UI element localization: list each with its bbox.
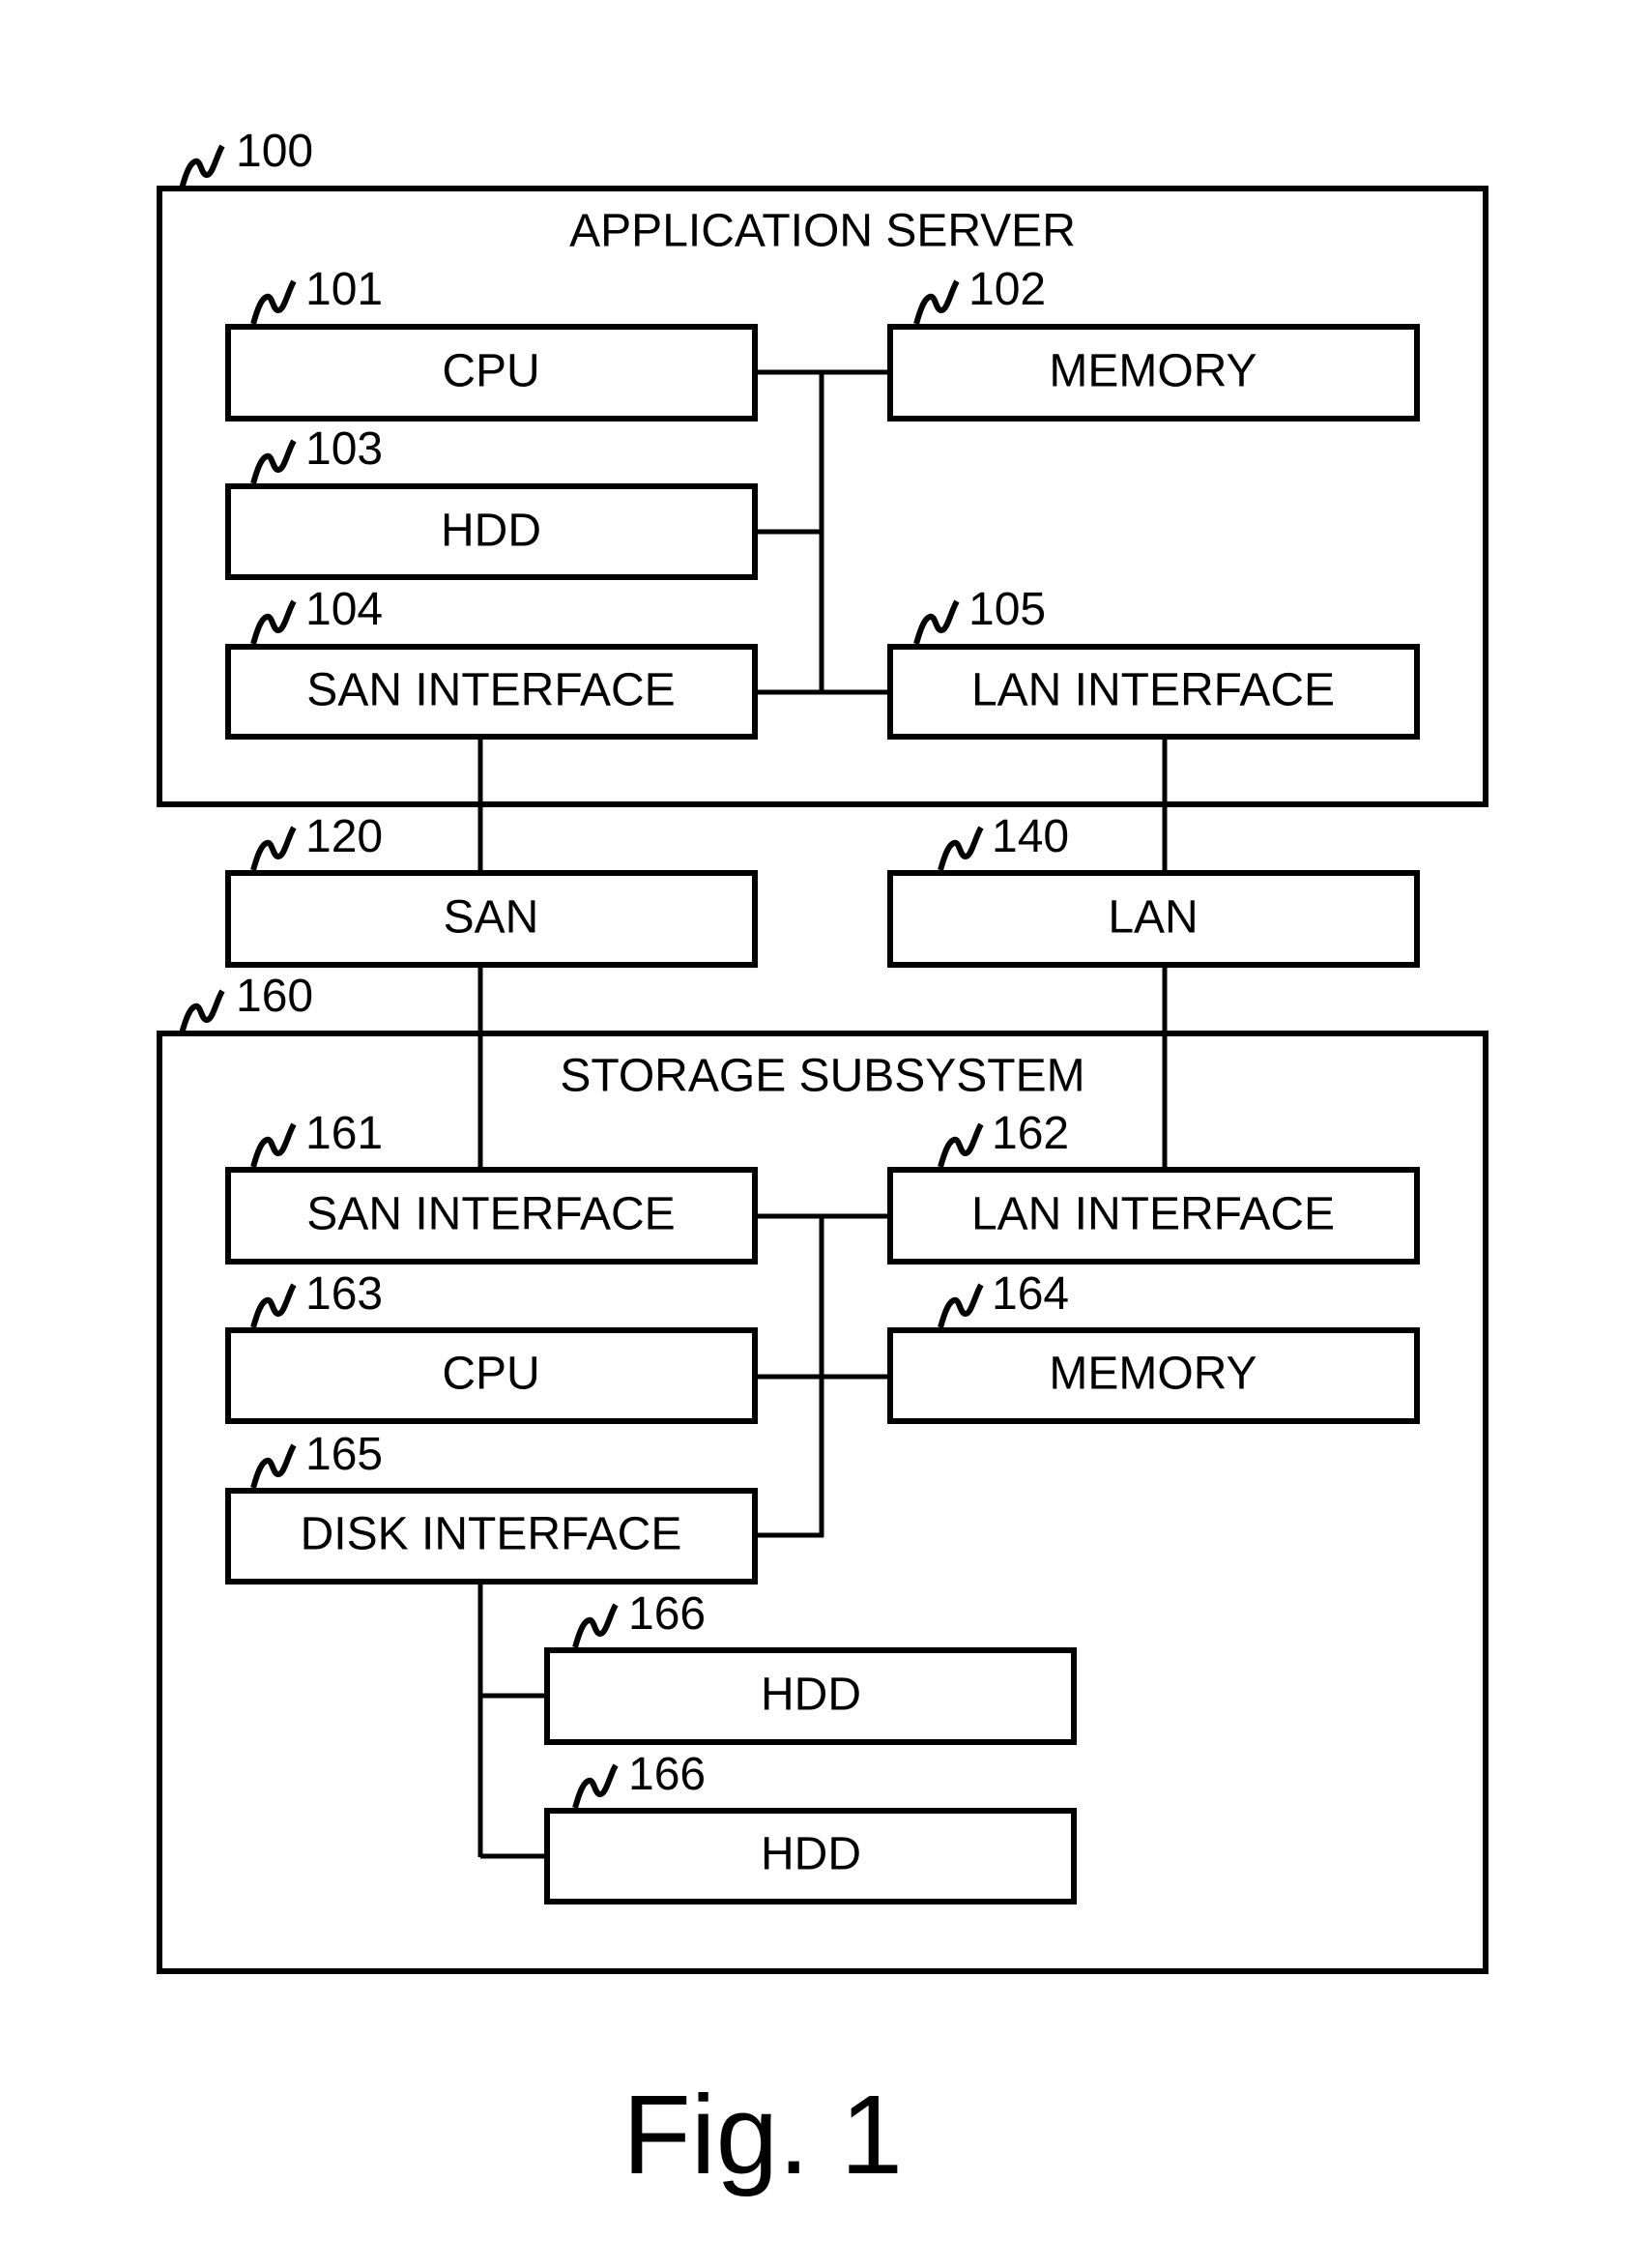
san-label: SAN [444, 892, 539, 944]
hdd-label: HDD [761, 1670, 861, 1721]
memory-label: MEMORY [1049, 1349, 1257, 1400]
san-interface-104: 104 SAN INTERFACE [225, 584, 758, 740]
cpu-label: CPU [442, 1349, 539, 1400]
ref-label-101: 101 [305, 264, 383, 315]
hdd-label: HDD [761, 1829, 861, 1880]
hdd-166-b: 166 HDD [544, 1749, 1077, 1905]
hdd-103: 103 HDD [225, 423, 758, 580]
leader-squiggle-icon [253, 1445, 294, 1488]
leader-squiggle-icon [253, 828, 294, 870]
ref-label-105: 105 [968, 584, 1046, 635]
ref-label-163: 163 [305, 1268, 383, 1320]
cpu-101: 101 CPU [225, 264, 758, 422]
ref-label-166: 166 [628, 1749, 706, 1800]
memory-label: MEMORY [1049, 346, 1257, 397]
disk-interface-165: 165 DISK INTERFACE [225, 1429, 758, 1585]
storage-subsystem: 160 STORAGE SUBSYSTEM 161 SAN INTERFACE … [157, 971, 1488, 1974]
disk-interface-label: DISK INTERFACE [301, 1509, 682, 1560]
leader-squiggle-icon [575, 1605, 616, 1647]
figure-caption: Fig. 1 [622, 2072, 903, 2197]
system-block-diagram: 100 APPLICATION SERVER 101 CPU 102 MEMOR… [157, 126, 1488, 2197]
leader-squiggle-icon [940, 828, 981, 870]
ref-label-120: 120 [305, 811, 383, 862]
app-server-bus [754, 369, 890, 695]
ref-label-104: 104 [305, 584, 383, 635]
san-120: 120 SAN [225, 811, 758, 968]
hdd-label: HDD [441, 506, 541, 557]
leader-squiggle-icon [940, 1124, 981, 1167]
lan-interface-162: 162 LAN INTERFACE [887, 1108, 1420, 1265]
ref-label-164: 164 [992, 1268, 1069, 1320]
memory-102: 102 MEMORY [887, 264, 1420, 422]
application-server-title: APPLICATION SERVER [569, 206, 1076, 257]
san-interface-label: SAN INTERFACE [306, 1189, 675, 1240]
ref-label-162: 162 [992, 1108, 1069, 1159]
leader-squiggle-icon [253, 281, 294, 324]
application-server: 100 APPLICATION SERVER 101 CPU 102 MEMOR… [157, 126, 1488, 807]
leader-squiggle-icon [182, 146, 222, 189]
san-interface-label: SAN INTERFACE [306, 665, 675, 716]
ref-label-140: 140 [992, 811, 1069, 862]
leader-squiggle-icon [916, 601, 957, 644]
leader-squiggle-icon [940, 1285, 981, 1327]
lan-interface-105: 105 LAN INTERFACE [887, 584, 1420, 740]
leader-squiggle-icon [253, 441, 294, 483]
leader-squiggle-icon [253, 601, 294, 644]
lan-interface-label: LAN INTERFACE [971, 665, 1335, 716]
lan-label: LAN [1108, 892, 1198, 944]
leader-squiggle-icon [253, 1124, 294, 1167]
lan-interface-label: LAN INTERFACE [971, 1189, 1335, 1240]
cpu-label: CPU [442, 346, 539, 397]
ref-label-102: 102 [968, 264, 1046, 315]
memory-164: 164 MEMORY [887, 1268, 1420, 1424]
lan-140: 140 LAN [887, 811, 1420, 968]
hdd-166-a: 166 HDD [544, 1588, 1077, 1745]
san-interface-161: 161 SAN INTERFACE [225, 1108, 758, 1265]
leader-squiggle-icon [182, 991, 222, 1033]
leader-squiggle-icon [253, 1285, 294, 1327]
ref-label-160: 160 [236, 971, 313, 1022]
ref-label-166: 166 [628, 1588, 706, 1640]
storage-subsystem-title: STORAGE SUBSYSTEM [560, 1051, 1084, 1102]
leader-squiggle-icon [575, 1765, 616, 1808]
ref-label-165: 165 [305, 1429, 383, 1480]
ref-label-100: 100 [236, 126, 313, 177]
leader-squiggle-icon [916, 281, 957, 324]
cpu-163: 163 CPU [225, 1268, 758, 1424]
ref-label-103: 103 [305, 423, 383, 475]
ref-label-161: 161 [305, 1108, 383, 1159]
